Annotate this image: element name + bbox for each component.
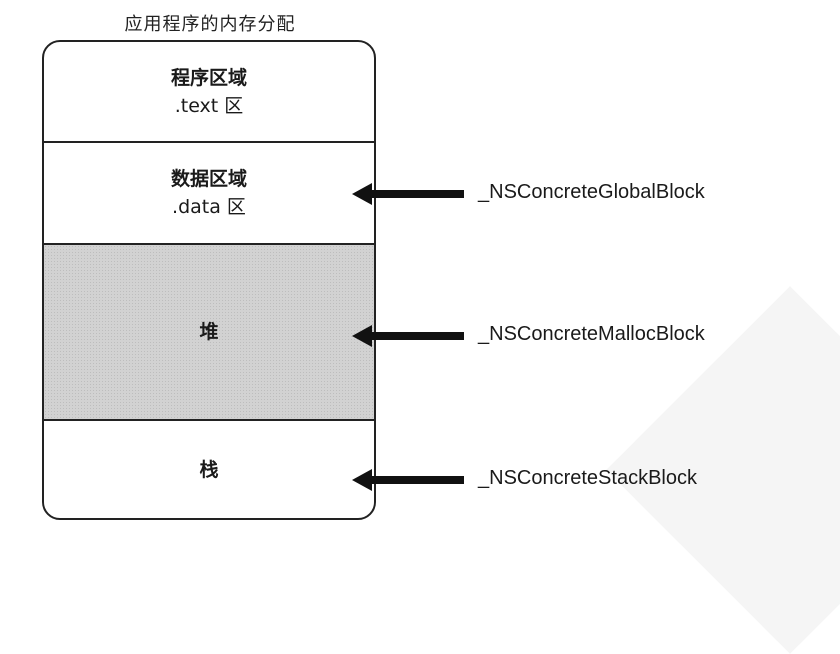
global-block-arrow — [352, 183, 464, 205]
data-segment-name: 数据区域 — [170, 168, 247, 190]
stack-block-arrow — [352, 469, 464, 491]
data-segment-sub: .data 区 — [172, 196, 246, 218]
data-segment: 数据区域 .data 区 — [44, 143, 374, 245]
stack-segment-name: 栈 — [199, 458, 219, 481]
malloc-block-arrow — [352, 325, 464, 347]
arrow-shaft — [368, 476, 464, 484]
heap-segment-name: 堆 — [199, 321, 219, 343]
arrow-shaft — [368, 332, 464, 340]
arrow-shaft — [368, 190, 464, 198]
stack-block-label: _NSConcreteStackBlock — [478, 467, 697, 489]
text-segment-sub: .text 区 — [174, 94, 244, 117]
stack-segment: 栈 — [44, 421, 374, 518]
text-segment: 程序区域 .text 区 — [44, 42, 374, 143]
memory-layout-box: 程序区域 .text 区 数据区域 .data 区 堆 栈 — [42, 40, 376, 520]
heap-segment: 堆 — [44, 245, 374, 421]
malloc-block-label: _NSConcreteMallocBlock — [478, 323, 705, 345]
diagram-title: 应用程序的内存分配 — [124, 14, 296, 35]
global-block-label: _NSConcreteGlobalBlock — [478, 181, 705, 203]
text-segment-name: 程序区域 — [170, 66, 247, 89]
